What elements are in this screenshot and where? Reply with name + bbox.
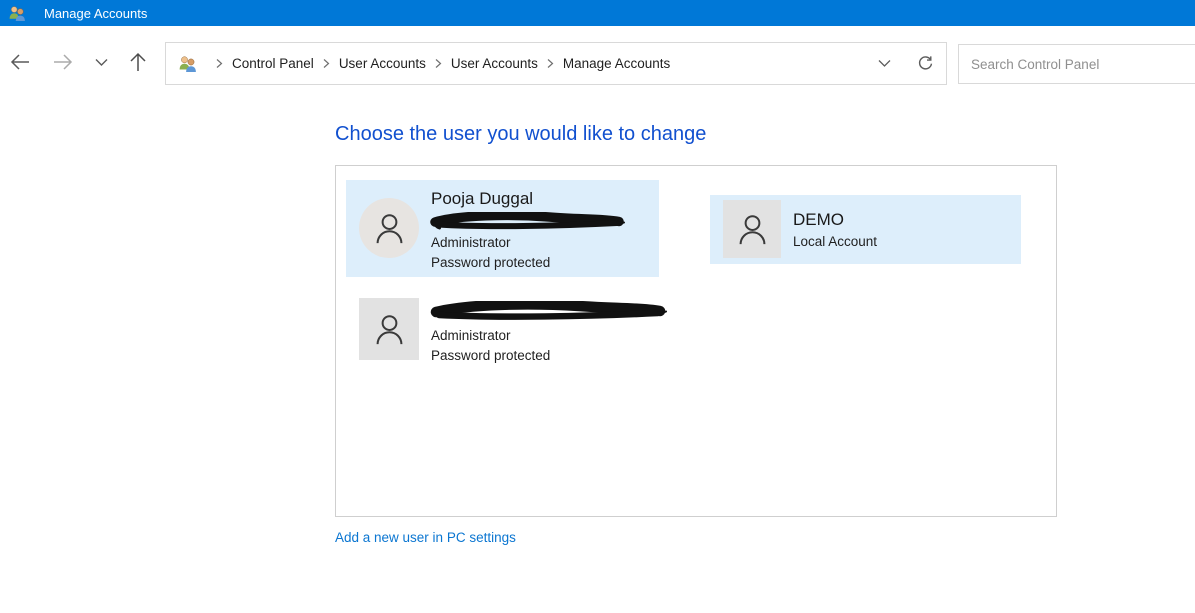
- user-avatar: [359, 298, 419, 360]
- manage-accounts-window: Manage Accounts: [0, 0, 1195, 613]
- user-name: Pooja Duggal: [431, 187, 533, 211]
- user-list-panel: Pooja Duggal Administrator Password prot…: [335, 165, 1057, 517]
- breadcrumb-item-user-accounts[interactable]: User Accounts: [339, 56, 426, 71]
- refresh-icon[interactable]: [917, 55, 934, 72]
- breadcrumb-separator-icon: [547, 58, 554, 69]
- add-user-link[interactable]: Add a new user in PC settings: [335, 530, 516, 545]
- user-role: Administrator: [431, 326, 511, 346]
- user-role: Administrator: [431, 233, 511, 253]
- search-input[interactable]: [958, 44, 1195, 84]
- user-role: Local Account: [793, 232, 877, 252]
- redacted-name-scribble: [429, 301, 667, 321]
- up-button[interactable]: [127, 51, 149, 73]
- user-tile-pooja-duggal[interactable]: Pooja Duggal Administrator Password prot…: [346, 180, 659, 277]
- user-accounts-icon: [178, 55, 198, 73]
- address-dropdown-chevron-icon[interactable]: [878, 59, 891, 68]
- back-button[interactable]: [9, 51, 31, 73]
- user-avatar: [723, 200, 781, 258]
- address-bar[interactable]: Control Panel User Accounts User Account…: [165, 42, 947, 85]
- user-password-status: Password protected: [431, 253, 550, 273]
- breadcrumb-separator-icon: [323, 58, 330, 69]
- breadcrumb-separator-icon: [435, 58, 442, 69]
- title-bar: Manage Accounts: [0, 0, 1195, 26]
- redacted-email-scribble: [429, 212, 625, 230]
- user-password-status: Password protected: [431, 346, 550, 366]
- breadcrumb-separator-icon: [216, 58, 223, 69]
- user-accounts-icon: [8, 5, 27, 22]
- user-avatar: [359, 198, 419, 258]
- user-name: DEMO: [793, 208, 844, 232]
- breadcrumb-item-user-accounts-2[interactable]: User Accounts: [451, 56, 538, 71]
- forward-button[interactable]: [52, 51, 74, 73]
- window-title: Manage Accounts: [44, 6, 147, 21]
- page-title: Choose the user you would like to change: [335, 123, 706, 146]
- breadcrumb-item-control-panel[interactable]: Control Panel: [232, 56, 314, 71]
- user-tile-demo[interactable]: DEMO Local Account: [710, 195, 1021, 264]
- user-tile-redacted[interactable]: Administrator Password protected: [346, 288, 668, 386]
- breadcrumb-item-manage-accounts[interactable]: Manage Accounts: [563, 56, 670, 71]
- recent-locations-chevron-icon[interactable]: [95, 58, 108, 67]
